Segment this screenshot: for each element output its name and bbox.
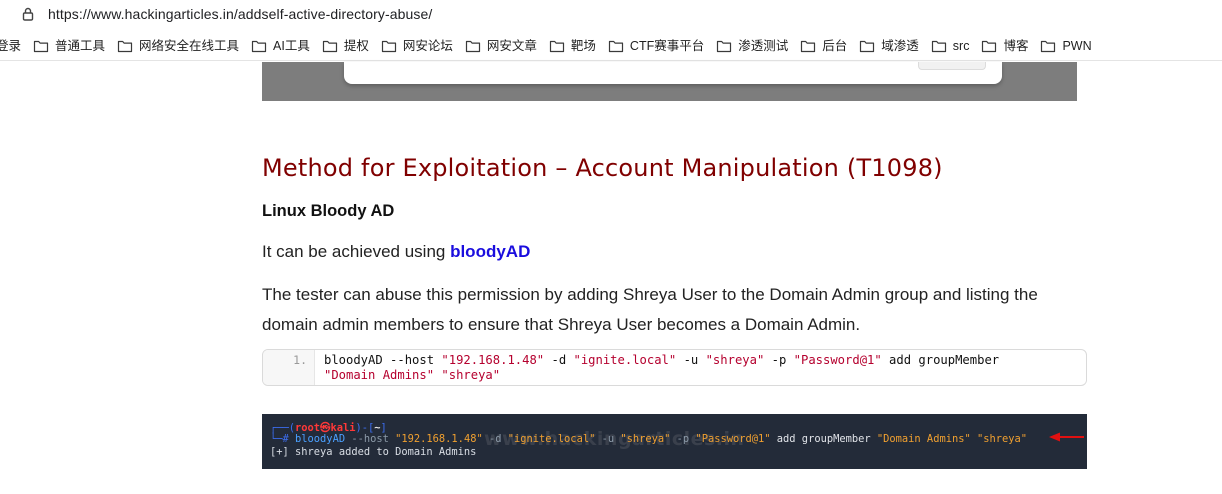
terminal-str: "ignite.local" xyxy=(507,433,596,445)
code-string: "192.168.1.48" xyxy=(441,353,545,367)
bookmark-item[interactable]: PWN xyxy=(1034,33,1097,59)
folder-icon xyxy=(117,39,133,53)
bookmark-label: 登录 xyxy=(0,38,22,53)
bookmark-label: 渗透测试 xyxy=(738,38,789,53)
bookmark-label: AI工具 xyxy=(273,38,310,53)
dialog-button xyxy=(918,62,986,70)
code-string: "shreya" xyxy=(705,353,765,367)
folder-icon xyxy=(549,39,565,53)
terminal-opt: -p xyxy=(670,433,696,445)
terminal-cmd: bloodyAD xyxy=(295,433,346,445)
terminal-command-line: └─# bloodyAD --host "192.168.1.48" -d "i… xyxy=(270,433,1027,445)
bloodyad-link[interactable]: bloodyAD xyxy=(450,242,530,261)
line-number: 1. xyxy=(293,353,307,367)
bookmark-item[interactable]: 靶场 xyxy=(543,33,602,59)
bookmark-label: src xyxy=(952,38,970,53)
bookmark-item[interactable]: CTF赛事平台 xyxy=(602,33,710,59)
article-screenshot-partial xyxy=(262,62,1077,101)
intro-paragraph: It can be achieved using bloodyAD xyxy=(262,242,530,262)
page-content: Method for Exploitation – Account Manipu… xyxy=(0,62,1222,494)
terminal-str: "192.168.1.48" xyxy=(395,433,483,445)
terminal-opt: --host xyxy=(345,433,396,445)
terminal-prompt-line: ┌──(root㉿kali)-[~] xyxy=(270,419,387,434)
bookmark-label: 网安论坛 xyxy=(402,38,453,53)
code-string: "shreya" xyxy=(441,368,501,382)
code-token: -d xyxy=(544,353,574,367)
bookmark-item[interactable]: 普通工具 xyxy=(27,33,111,59)
folder-icon xyxy=(716,39,732,53)
bookmark-label: 网络安全在线工具 xyxy=(139,38,240,53)
bookmark-item[interactable]: 网络安全在线工具 xyxy=(111,33,245,59)
bookmark-label: 域渗透 xyxy=(881,38,919,53)
folder-icon xyxy=(381,39,397,53)
url-text: https://www.hackingarticles.in/addself-a… xyxy=(48,6,433,22)
terminal-opt: -u xyxy=(595,433,621,445)
bookmark-item[interactable]: src xyxy=(925,33,976,59)
bookmark-label: 靶场 xyxy=(570,38,596,53)
bookmark-label: CTF赛事平台 xyxy=(629,38,705,53)
folder-icon xyxy=(800,39,816,53)
terminal-str: "Domain Admins" xyxy=(876,433,971,445)
dialog-preview xyxy=(344,62,1002,84)
folder-icon xyxy=(859,39,875,53)
code-token: bloodyAD --host xyxy=(324,353,442,367)
bookmark-label: 后台 xyxy=(822,38,848,53)
code-line[interactable]: bloodyAD --host "192.168.1.48" -d "ignit… xyxy=(324,353,1084,383)
red-arrow-icon xyxy=(1049,432,1084,442)
bookmark-label: 普通工具 xyxy=(55,38,106,53)
terminal-opt: -d xyxy=(482,433,508,445)
url-field[interactable]: https://www.hackingarticles.in/addself-a… xyxy=(0,0,1222,28)
intro-text: It can be achieved using xyxy=(262,242,451,261)
description-paragraph: The tester can abuse this permission by … xyxy=(262,285,1038,334)
terminal-str: "shreya" xyxy=(977,433,1028,445)
terminal-action: add groupMember xyxy=(770,433,877,445)
bookmark-label: 网安文章 xyxy=(486,38,537,53)
bookmark-label: 博客 xyxy=(1003,38,1029,53)
bookmark-item[interactable]: 登录 xyxy=(0,33,27,59)
code-string: "Password@1" xyxy=(793,353,882,367)
bookmark-label: PWN xyxy=(1062,38,1092,53)
bookmark-item[interactable]: 提权 xyxy=(316,33,375,59)
folder-icon xyxy=(981,39,997,53)
section-title: Method for Exploitation – Account Manipu… xyxy=(262,154,943,182)
code-token: -u xyxy=(676,353,706,367)
folder-icon xyxy=(608,39,624,53)
bookmark-item[interactable]: 网安论坛 xyxy=(375,33,459,59)
address-bar: https://www.hackingarticles.in/addself-a… xyxy=(0,0,1222,30)
code-token: add groupMember xyxy=(881,353,1000,367)
folder-icon xyxy=(465,39,481,53)
terminal-screenshot: www.hackingarticles.in ┌──(root㉿kali)-[~… xyxy=(262,414,1087,469)
code-string: "ignite.local" xyxy=(573,353,677,367)
code-gutter: 1. xyxy=(263,350,315,385)
terminal-output-line: [+] shreya added to Domain Admins xyxy=(270,446,477,458)
bookmark-item[interactable]: AI工具 xyxy=(245,33,316,59)
bookmark-item[interactable]: 后台 xyxy=(794,33,853,59)
terminal-str: "Password@1" xyxy=(695,433,771,445)
site-info-icon[interactable] xyxy=(20,6,36,22)
bookmarks-bar: 登录 普通工具 网络安全在线工具 AI工具 提权 网安论坛 网安文章 靶场 CTF赛事平台 渗透测… xyxy=(0,31,1222,61)
subheading: Linux Bloody AD xyxy=(262,202,395,220)
folder-icon xyxy=(931,39,947,53)
bookmark-item[interactable]: 渗透测试 xyxy=(710,33,794,59)
bookmark-item[interactable]: 网安文章 xyxy=(459,33,543,59)
code-string: "Domain Admins" xyxy=(324,368,435,382)
code-token: -p xyxy=(764,353,794,367)
code-block: 1. bloodyAD --host "192.168.1.48" -d "ig… xyxy=(262,349,1087,386)
folder-icon xyxy=(33,39,49,53)
bookmark-item[interactable]: 域渗透 xyxy=(853,33,925,59)
folder-icon xyxy=(251,39,267,53)
terminal-str: "shreya" xyxy=(620,433,671,445)
folder-icon xyxy=(322,39,338,53)
bookmark-label: 提权 xyxy=(343,38,369,53)
folder-icon xyxy=(1040,39,1056,53)
bookmark-item[interactable]: 博客 xyxy=(975,33,1034,59)
prompt-hash: └─# xyxy=(270,433,296,445)
